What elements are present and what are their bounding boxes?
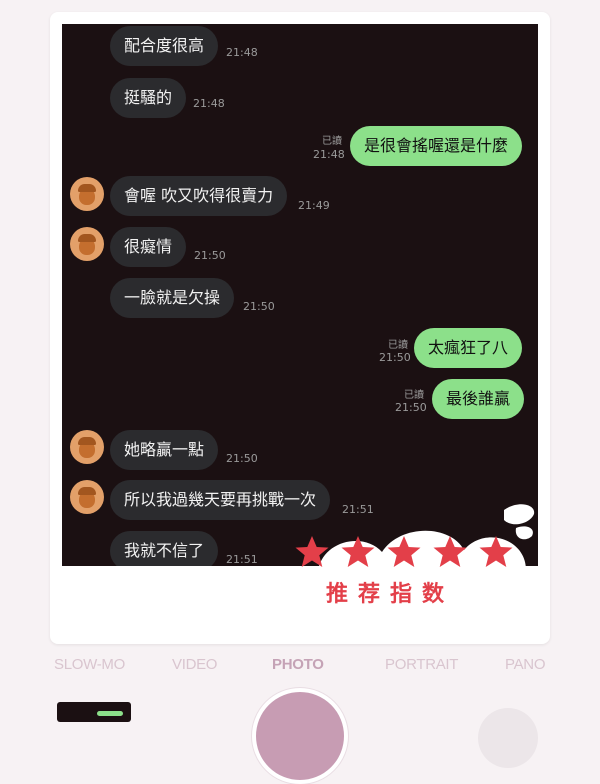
star-icon <box>387 536 421 567</box>
contact-avatar[interactable] <box>70 430 104 464</box>
chat-bubble-left: 我就不信了 <box>110 531 219 566</box>
message-time: 21:50 <box>194 249 226 262</box>
chat-bubble-left: 配合度很高 <box>110 26 219 66</box>
message-time: 21:50 <box>243 300 275 313</box>
chat-bubble-left: 會喔 吹又吹得很賣力 <box>110 176 288 216</box>
message-time: 21:51 <box>226 553 258 566</box>
mode-portrait[interactable]: PORTRAIT <box>385 656 458 673</box>
chat-bubble-left: 一臉就是欠操 <box>110 278 235 318</box>
star-icon <box>433 536 467 567</box>
message-time: 21:48 <box>226 46 258 59</box>
last-photo-thumbnail[interactable] <box>57 702 131 722</box>
shutter-button[interactable] <box>252 688 348 784</box>
message-time: 21:48 <box>313 148 345 161</box>
contact-avatar[interactable] <box>70 227 104 261</box>
mode-pano[interactable]: PANO <box>505 656 546 673</box>
star-icon <box>479 536 513 567</box>
flip-camera-button[interactable] <box>478 708 538 768</box>
message-time: 21:50 <box>226 452 258 465</box>
message-time: 21:49 <box>298 199 330 212</box>
chat-bubble-left: 挺騷的 <box>110 78 187 118</box>
message-time: 21:50 <box>379 351 411 364</box>
mode-slow-mo[interactable]: SLOW-MO <box>54 656 125 673</box>
mode-video[interactable]: VIDEO <box>172 656 217 673</box>
chat-bubble-right: 是很會搖喔還是什麼 <box>350 126 523 166</box>
read-receipt: 已讀 <box>322 136 342 147</box>
message-time: 21:50 <box>395 401 427 414</box>
camera-mode-bar: SLOW-MO VIDEO PHOTO PORTRAIT PANO <box>0 656 600 680</box>
chat-bubble-left: 很癡情 <box>110 227 187 267</box>
thumbnail-preview <box>97 711 123 716</box>
star-icon <box>295 536 329 567</box>
mode-photo[interactable]: PHOTO <box>272 656 324 673</box>
contact-avatar[interactable] <box>70 177 104 211</box>
chat-screenshot: 配合度很高 21:48 挺騷的 21:48 已讀 21:48 是很會搖喔還是什麼… <box>62 24 538 566</box>
read-receipt: 已讀 <box>404 390 424 401</box>
contact-avatar[interactable] <box>70 480 104 514</box>
chat-bubble-right: 最後誰贏 <box>432 379 525 419</box>
chat-bubble-right: 太瘋狂了八 <box>414 328 523 368</box>
sticker-caption: 推荐指数 <box>326 582 455 607</box>
rating-sticker: 推荐指数 <box>268 498 548 628</box>
star-icon <box>341 536 375 567</box>
read-receipt: 已讀 <box>388 340 408 351</box>
chat-bubble-left: 她略贏一點 <box>110 430 219 470</box>
message-time: 21:48 <box>193 97 225 110</box>
